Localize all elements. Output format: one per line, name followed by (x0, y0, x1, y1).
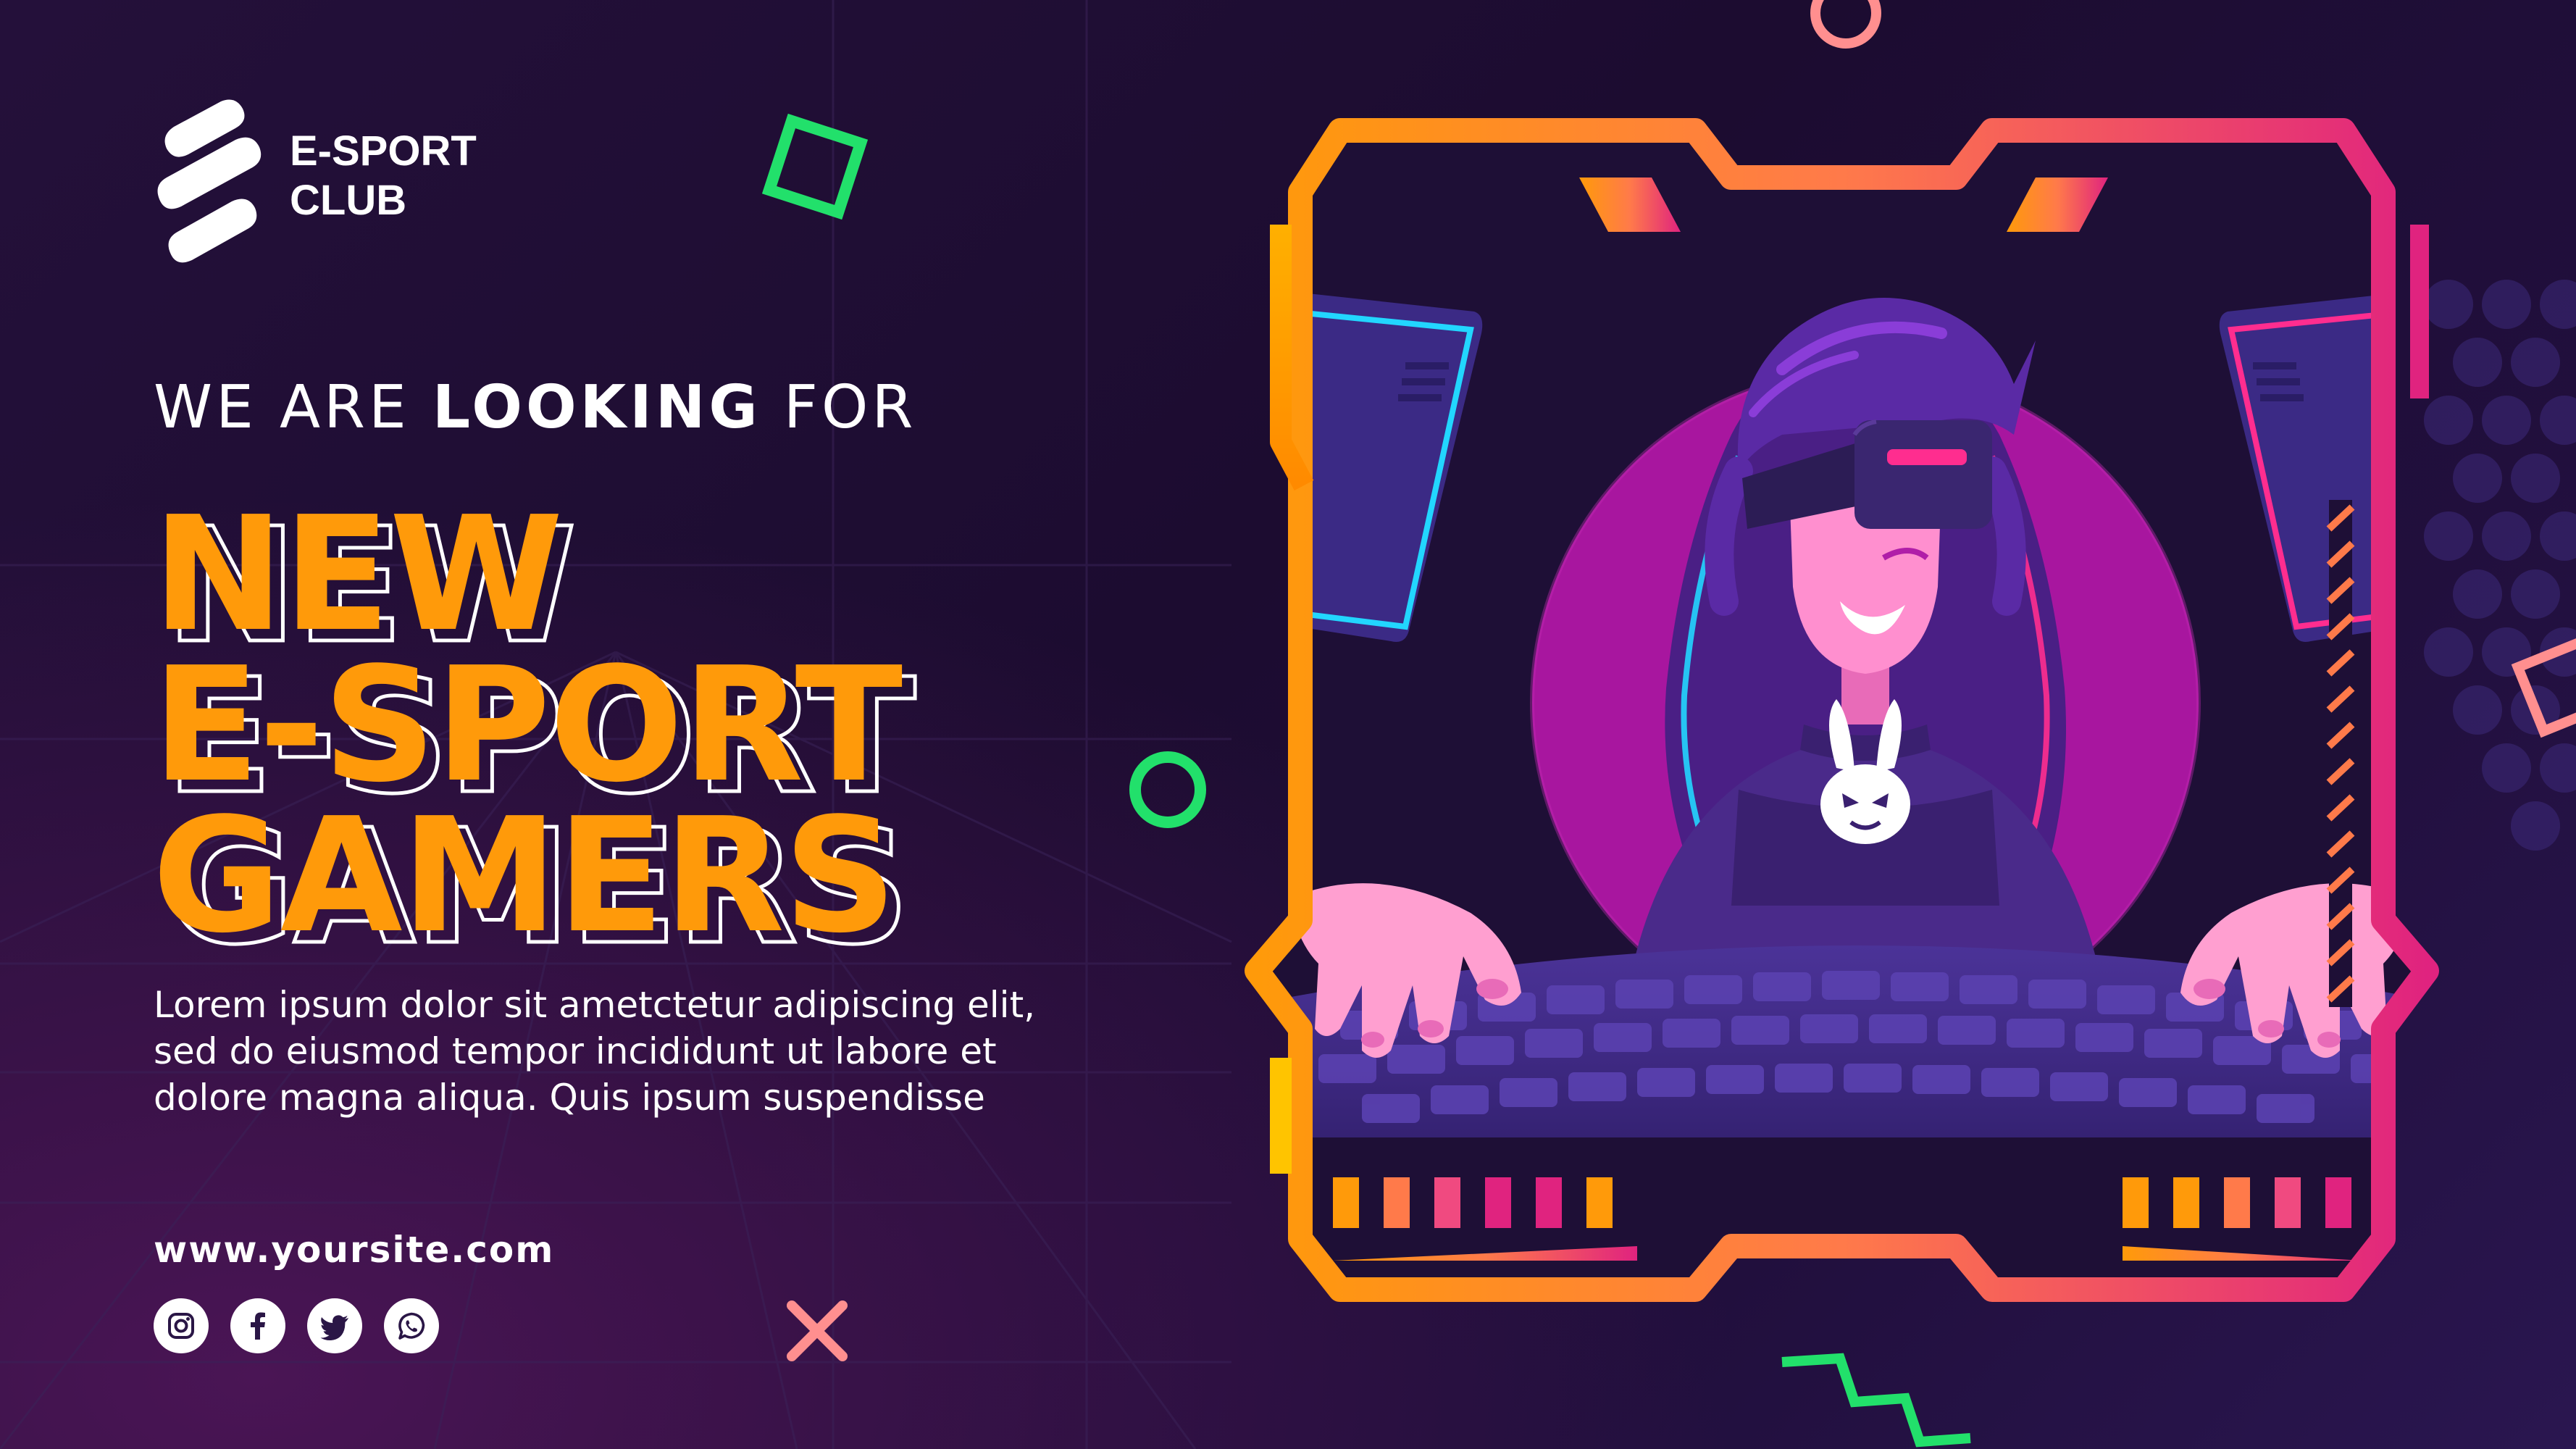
hud-hatch-right (2326, 500, 2355, 1007)
vr-headset-icon (1854, 420, 1992, 529)
esport-banner: E-SPORT CLUB WE ARE LOOKING FOR NEW NEW … (0, 0, 2576, 1449)
green-square-icon (761, 113, 869, 220)
pink-square-icon (2511, 635, 2576, 738)
green-zigzag-icon (1781, 1353, 1971, 1448)
gamer-illustration (1245, 118, 2439, 1302)
pink-cross-icon (787, 1300, 848, 1361)
green-circle-icon (1129, 751, 1206, 828)
pink-circle-icon (1810, 0, 1881, 49)
